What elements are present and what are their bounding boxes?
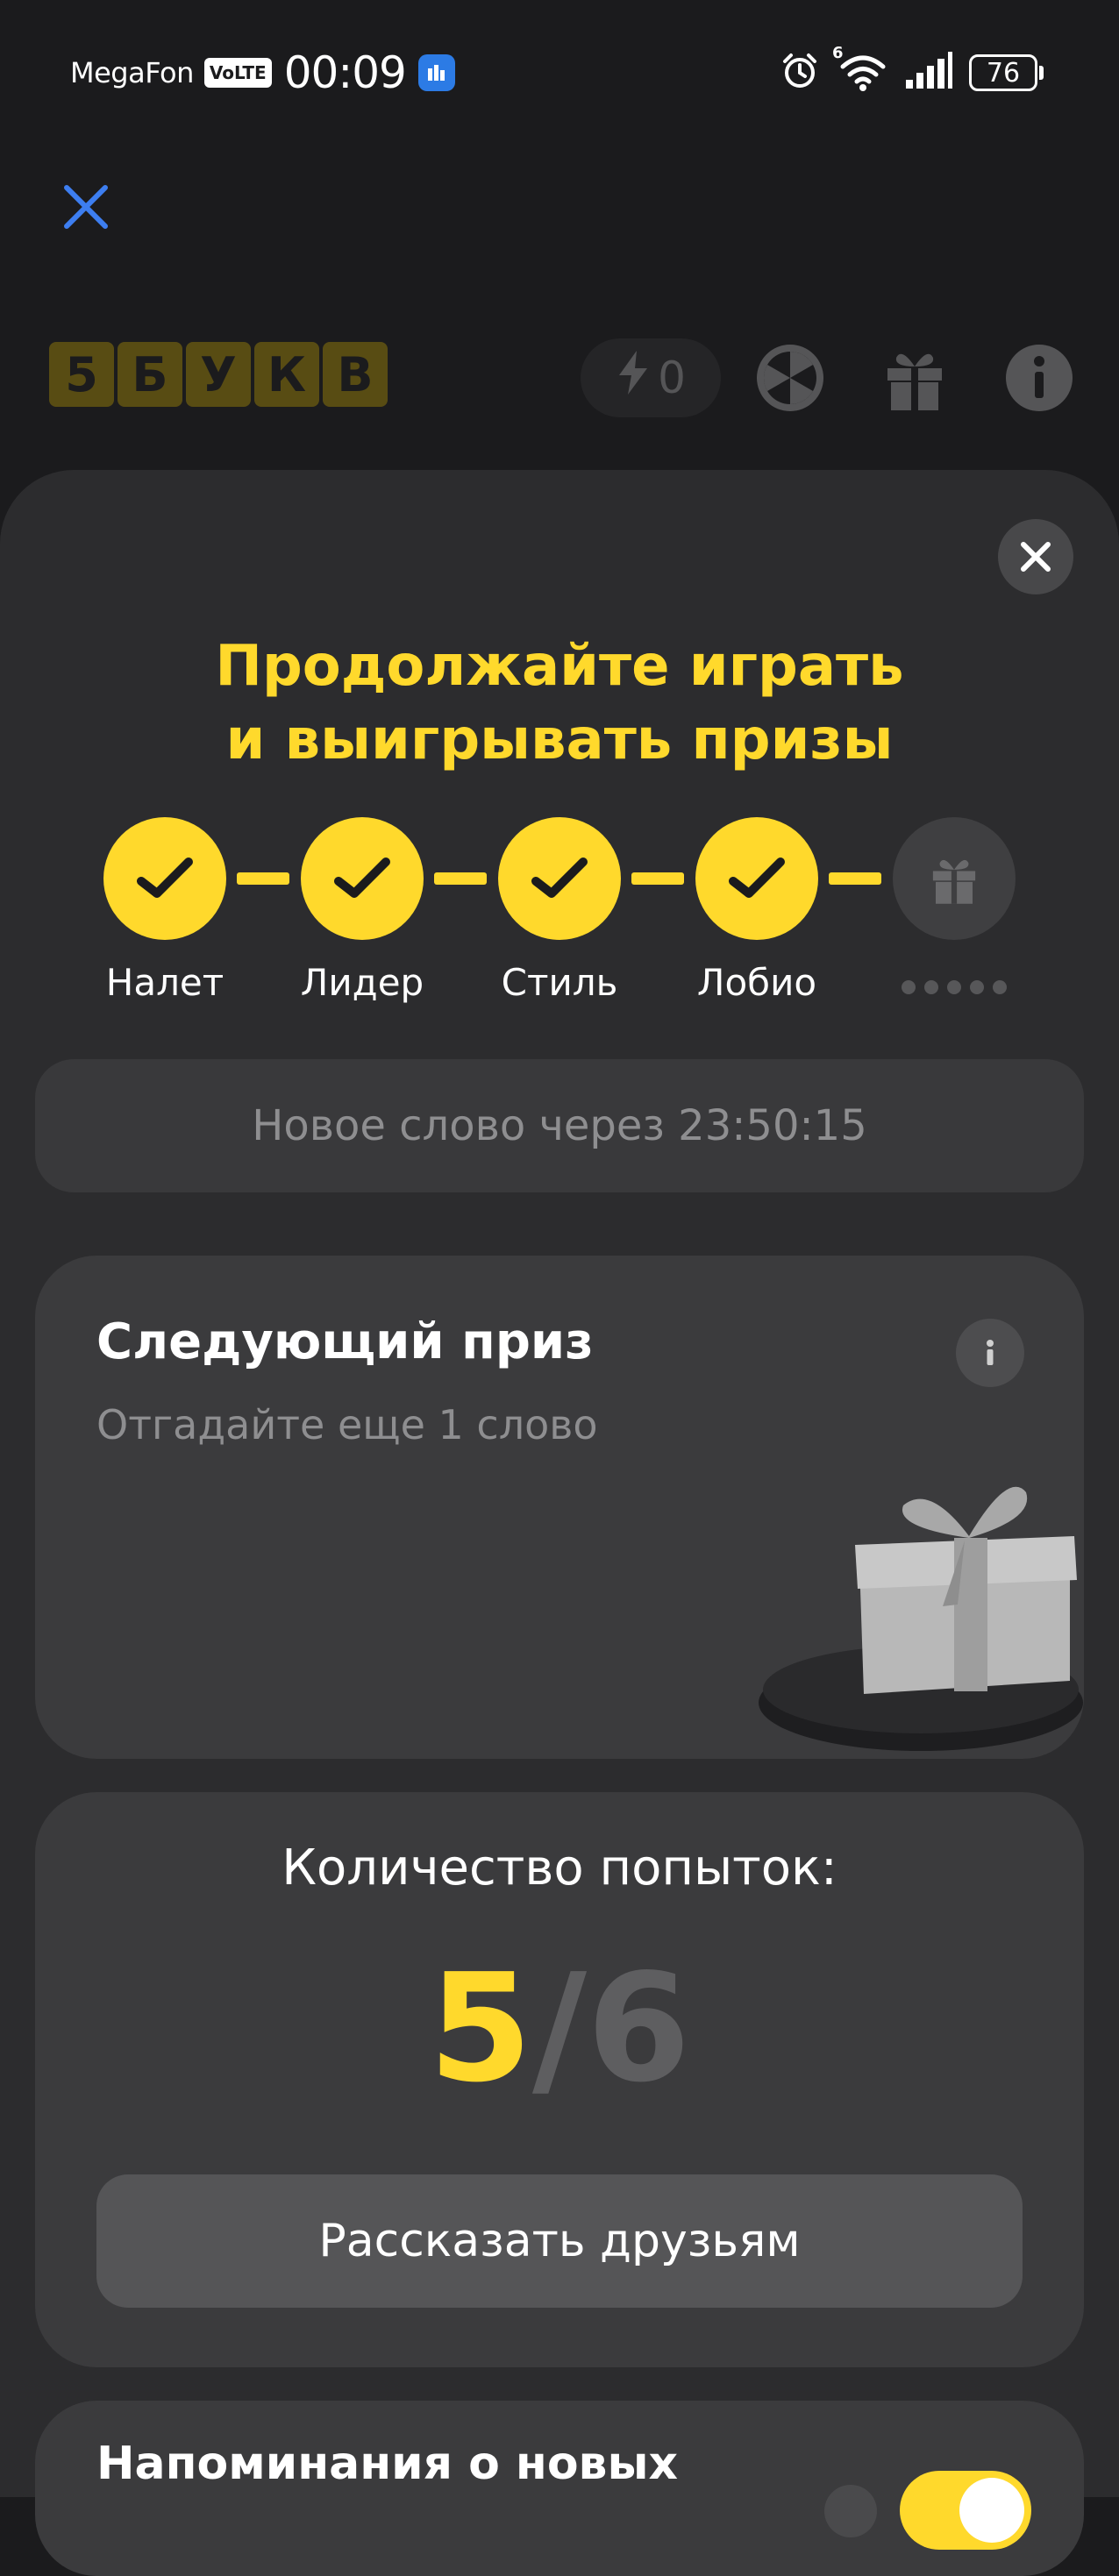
checkmark-icon	[334, 857, 390, 898]
gift-icon[interactable]	[875, 338, 954, 417]
status-left: MegaFon VoLTE 00:09	[70, 47, 455, 98]
dot	[902, 980, 916, 994]
close-icon	[1021, 542, 1051, 572]
step-dots	[902, 980, 1007, 994]
alarm-icon	[778, 49, 822, 96]
step-gift-circle	[893, 817, 1016, 940]
logo-letter: Б	[118, 342, 182, 407]
new-word-timer: Новое слово через 23:50:15	[35, 1059, 1084, 1192]
attempts-total: 6	[587, 1942, 691, 2116]
logo-letter: К	[254, 342, 319, 407]
step-connector	[829, 872, 881, 885]
checkmark-icon	[137, 857, 193, 898]
wifi-icon: 6	[832, 44, 888, 96]
dot	[947, 980, 961, 994]
reminder-label: Напоминания о новых	[96, 2437, 679, 2490]
sheet-title-line1: Продолжайте играть	[215, 634, 904, 699]
logo-letter: 5	[49, 342, 114, 407]
status-time: 00:09	[283, 47, 407, 98]
attempts-card: Количество попыток: 5/6 Рассказать друзь…	[35, 1792, 1084, 2367]
info-icon[interactable]	[1000, 338, 1079, 417]
close-icon[interactable]	[58, 179, 114, 235]
info-icon[interactable]	[956, 1319, 1024, 1387]
status-bar: MegaFon VoLTE 00:09 6 76	[0, 0, 1119, 140]
checkmark-icon	[729, 857, 785, 898]
sheet-title: Продолжайте играть и выигрывать призы	[0, 630, 1119, 777]
prize-subtitle: Отгадайте еще 1 слово	[96, 1401, 598, 1448]
step-connector	[631, 872, 684, 885]
reminder-info-icon[interactable]	[824, 2485, 877, 2537]
dot	[993, 980, 1007, 994]
sheet-close-button[interactable]	[998, 519, 1073, 594]
logo-letter: У	[186, 342, 251, 407]
gift-box-image	[754, 1431, 1084, 1759]
gift-icon	[932, 859, 976, 904]
battery-icon: 76	[969, 54, 1044, 91]
logo-letter: В	[323, 342, 388, 407]
status-right: 6 76	[778, 44, 1044, 98]
attempts-separator: /	[531, 1942, 588, 2116]
step-check-circle	[103, 817, 226, 940]
attempts-label: Количество попыток:	[282, 1839, 837, 1896]
step-label: Стиль	[501, 961, 618, 1004]
wheel-icon[interactable]	[751, 338, 830, 417]
step-label: Лидер	[300, 961, 424, 1004]
lightning-icon	[616, 349, 651, 407]
dot	[970, 980, 984, 994]
signal-icon	[904, 52, 953, 94]
notification-app-icon	[417, 54, 455, 91]
sheet-title-line2: и выигрывать призы	[225, 708, 894, 772]
share-with-friends-button[interactable]: Рассказать друзьям	[96, 2174, 1023, 2308]
attempts-used: 5	[428, 1942, 532, 2116]
energy-pill[interactable]: 0	[581, 338, 721, 417]
reminder-toggle[interactable]	[900, 2471, 1031, 2550]
step-connector	[434, 872, 487, 885]
next-prize-card: Следующий приз Отгадайте еще 1 слово	[35, 1256, 1084, 1759]
reminder-card: Напоминания о новых	[35, 2401, 1084, 2576]
step-connector	[237, 872, 289, 885]
attempts-count: 5/6	[35, 1941, 1084, 2117]
toggle-knob	[959, 2478, 1024, 2543]
checkmark-icon	[531, 857, 588, 898]
step-check-circle	[498, 817, 621, 940]
energy-count: 0	[658, 352, 686, 403]
carrier-name: MegaFon	[70, 56, 194, 89]
step-label: Налет	[105, 961, 225, 1004]
game-header: 5 Б У К В 0	[49, 338, 1073, 417]
battery-level: 76	[969, 54, 1037, 91]
volte-badge: VoLTE	[203, 58, 272, 88]
step-label: Лобио	[696, 961, 817, 1004]
game-logo: 5 Б У К В	[49, 342, 388, 407]
wifi-badge: 6	[832, 44, 844, 62]
dot	[924, 980, 938, 994]
prize-title: Следующий приз	[96, 1313, 594, 1370]
battery-tip	[1039, 66, 1044, 80]
step-check-circle	[695, 817, 818, 940]
step-check-circle	[301, 817, 424, 940]
